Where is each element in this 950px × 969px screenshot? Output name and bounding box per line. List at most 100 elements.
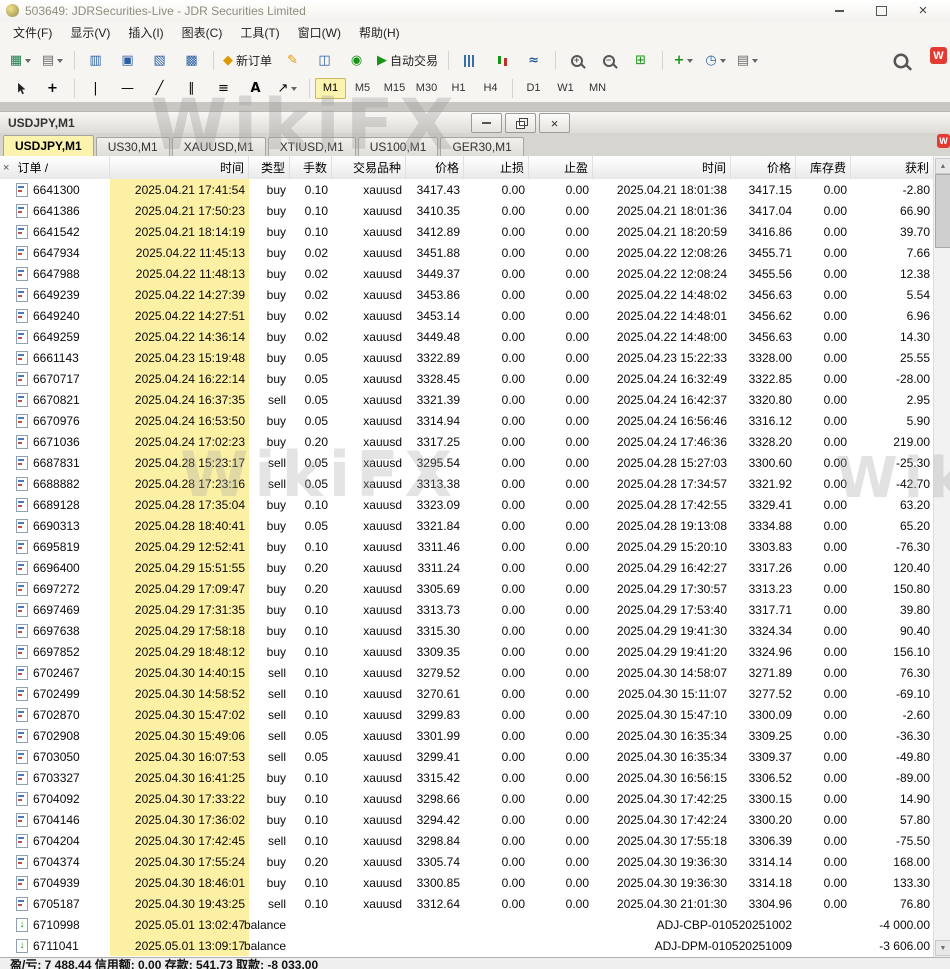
table-row[interactable]: 67024992025.04.30 14:58:52sell0.10xauusd…: [0, 683, 934, 704]
table-row[interactable]: 66709762025.04.24 16:53:50buy0.05xauusd3…: [0, 410, 934, 431]
col-open_time[interactable]: 时间: [110, 156, 249, 179]
table-row[interactable]: 67029082025.04.30 15:49:06sell0.05xauusd…: [0, 725, 934, 746]
zoom-out-button[interactable]: −: [593, 49, 624, 73]
table-row[interactable]: 66978522025.04.29 18:48:12buy0.10xauusd3…: [0, 641, 934, 662]
table-row[interactable]: 66413002025.04.21 17:41:54buy0.10xauusd3…: [0, 179, 934, 200]
channel-button[interactable]: ∥: [176, 77, 207, 101]
col-order[interactable]: ×订单 /: [0, 156, 110, 179]
menu-item[interactable]: 窗口(W): [289, 21, 350, 46]
profiles-button[interactable]: ▤: [37, 49, 68, 73]
table-row[interactable]: 66976382025.04.29 17:58:18buy0.10xauusd3…: [0, 620, 934, 641]
col-tp[interactable]: 止盈: [529, 156, 593, 179]
table-row[interactable]: 66707172025.04.24 16:22:14buy0.05xauusd3…: [0, 368, 934, 389]
menu-item[interactable]: 文件(F): [4, 21, 61, 46]
timeframe-m30[interactable]: M30: [411, 78, 442, 99]
table-row[interactable]: 67040922025.04.30 17:33:22buy0.10xauusd3…: [0, 788, 934, 809]
trendline-button[interactable]: ╱: [144, 77, 175, 101]
table-row[interactable]: 66958192025.04.29 12:52:41buy0.10xauusd3…: [0, 536, 934, 557]
new-order-button[interactable]: ◆新订单: [219, 49, 276, 73]
data-window-button[interactable]: ▣: [112, 49, 143, 73]
candlestick-button[interactable]: [486, 49, 517, 73]
table-row[interactable]: 66878312025.04.28 15:23:17sell0.05xauusd…: [0, 452, 934, 473]
horizontal-line-button[interactable]: —: [112, 77, 143, 101]
line-chart-button[interactable]: ≈: [518, 49, 549, 73]
crosshair-button[interactable]: +: [37, 77, 68, 101]
timeframe-mn[interactable]: MN: [582, 78, 613, 99]
text-button[interactable]: A: [240, 77, 271, 101]
table-row[interactable]: 67024672025.04.30 14:40:15sell0.10xauusd…: [0, 662, 934, 683]
timeframe-h1[interactable]: H1: [443, 78, 474, 99]
periods-button[interactable]: ◷: [700, 49, 731, 73]
maximize-button[interactable]: [860, 1, 902, 21]
table-row[interactable]: 66972722025.04.29 17:09:47buy0.20xauusd3…: [0, 578, 934, 599]
chart-restore-button[interactable]: [505, 113, 536, 133]
table-row[interactable]: 67030502025.04.30 16:07:53sell0.05xauusd…: [0, 746, 934, 767]
table-row[interactable]: 66888822025.04.28 17:23:16sell0.05xauusd…: [0, 473, 934, 494]
table-row[interactable]: 66891282025.04.28 17:35:04buy0.10xauusd3…: [0, 494, 934, 515]
tab-xauusd-m1[interactable]: XAUUSD,M1: [172, 137, 266, 156]
tab-us100-m1[interactable]: US100,M1: [358, 137, 439, 156]
autotrading-button[interactable]: ▶自动交易: [373, 49, 442, 73]
table-row[interactable]: 67043742025.04.30 17:55:24buy0.20xauusd3…: [0, 851, 934, 872]
menu-item[interactable]: 帮助(H): [350, 21, 409, 46]
templates-button[interactable]: ▤: [732, 49, 763, 73]
table-row[interactable]: 66479342025.04.22 11:45:13buy0.02xauusd3…: [0, 242, 934, 263]
search-button[interactable]: [885, 49, 916, 73]
tab-ger30-m1[interactable]: GER30,M1: [440, 137, 523, 156]
chart-close-button[interactable]: ×: [539, 113, 570, 133]
table-row[interactable]: 67042042025.04.30 17:42:45sell0.10xauusd…: [0, 830, 934, 851]
vertical-scrollbar[interactable]: ▲ ▼: [933, 156, 950, 958]
table-row[interactable]: 66413862025.04.21 17:50:23buy0.10xauusd3…: [0, 200, 934, 221]
metaeditor-button[interactable]: ✎: [277, 49, 308, 73]
table-row[interactable]: 66492592025.04.22 14:36:14buy0.02xauusd3…: [0, 326, 934, 347]
table-row[interactable]: 66415422025.04.21 18:14:19buy0.10xauusd3…: [0, 221, 934, 242]
table-row[interactable]: 66492392025.04.22 14:27:39buy0.02xauusd3…: [0, 284, 934, 305]
menu-item[interactable]: 插入(I): [119, 21, 172, 46]
market-watch-button[interactable]: ▥: [80, 49, 111, 73]
navigator-button[interactable]: ▧: [144, 49, 175, 73]
timeframe-w1[interactable]: W1: [550, 78, 581, 99]
timeframe-d1[interactable]: D1: [518, 78, 549, 99]
col-type[interactable]: 类型: [249, 156, 290, 179]
table-row[interactable]: 67041462025.04.30 17:36:02buy0.10xauusd3…: [0, 809, 934, 830]
table-row[interactable]: 66964002025.04.29 15:51:55buy0.20xauusd3…: [0, 557, 934, 578]
col-swap[interactable]: 库存费: [796, 156, 851, 179]
col-profit[interactable]: 获利: [851, 156, 934, 179]
scroll-up-button[interactable]: ▲: [935, 158, 950, 174]
table-row[interactable]: 66974692025.04.29 17:31:35buy0.10xauusd3…: [0, 599, 934, 620]
col-lots[interactable]: 手数: [290, 156, 332, 179]
timeframe-m5[interactable]: M5: [347, 78, 378, 99]
tab-usdjpy-m1[interactable]: USDJPY,M1: [3, 135, 94, 156]
tab-xtiusd-m1[interactable]: XTIUSD,M1: [268, 137, 356, 156]
scrollbar-thumb[interactable]: [935, 174, 950, 248]
minimize-button[interactable]: [818, 1, 860, 21]
table-row[interactable]: 67033272025.04.30 16:41:25buy0.10xauusd3…: [0, 767, 934, 788]
table-row[interactable]: 66903132025.04.28 18:40:41buy0.05xauusd3…: [0, 515, 934, 536]
col-close_price[interactable]: 价格: [731, 156, 796, 179]
grid-button[interactable]: ⊞: [625, 49, 656, 73]
arrows-button[interactable]: ↗: [272, 77, 303, 101]
col-open_price[interactable]: 价格: [406, 156, 464, 179]
table-row[interactable]: 66708212025.04.24 16:37:35sell0.05xauusd…: [0, 389, 934, 410]
col-sl[interactable]: 止损: [464, 156, 529, 179]
timeframe-h4[interactable]: H4: [475, 78, 506, 99]
fibonacci-button[interactable]: ≡: [208, 77, 239, 101]
balance-row[interactable]: ↓67109982025.05.01 13:02:47balanceADJ-CB…: [0, 914, 934, 935]
col-close_time[interactable]: 时间: [593, 156, 731, 179]
menu-item[interactable]: 显示(V): [61, 21, 119, 46]
timeframe-m1[interactable]: M1: [315, 78, 346, 99]
table-row[interactable]: 66710362025.04.24 17:02:23buy0.20xauusd3…: [0, 431, 934, 452]
close-panel-button[interactable]: ×: [3, 162, 9, 174]
indicators-button[interactable]: +: [668, 49, 699, 73]
menu-item[interactable]: 图表(C): [173, 21, 232, 46]
table-row[interactable]: 66492402025.04.22 14:27:51buy0.02xauusd3…: [0, 305, 934, 326]
cursor-button[interactable]: [5, 77, 36, 101]
table-row[interactable]: 66611432025.04.23 15:19:48buy0.05xauusd3…: [0, 347, 934, 368]
balance-row[interactable]: ↓67110412025.05.01 13:09:17balanceADJ-DP…: [0, 935, 934, 956]
vertical-line-button[interactable]: |: [80, 77, 111, 101]
bar-chart-button[interactable]: [454, 49, 485, 73]
tab-us30-m1[interactable]: US30,M1: [96, 137, 170, 156]
menu-item[interactable]: 工具(T): [231, 21, 288, 46]
close-button[interactable]: ×: [902, 1, 944, 21]
terminal-button[interactable]: ▩: [176, 49, 207, 73]
